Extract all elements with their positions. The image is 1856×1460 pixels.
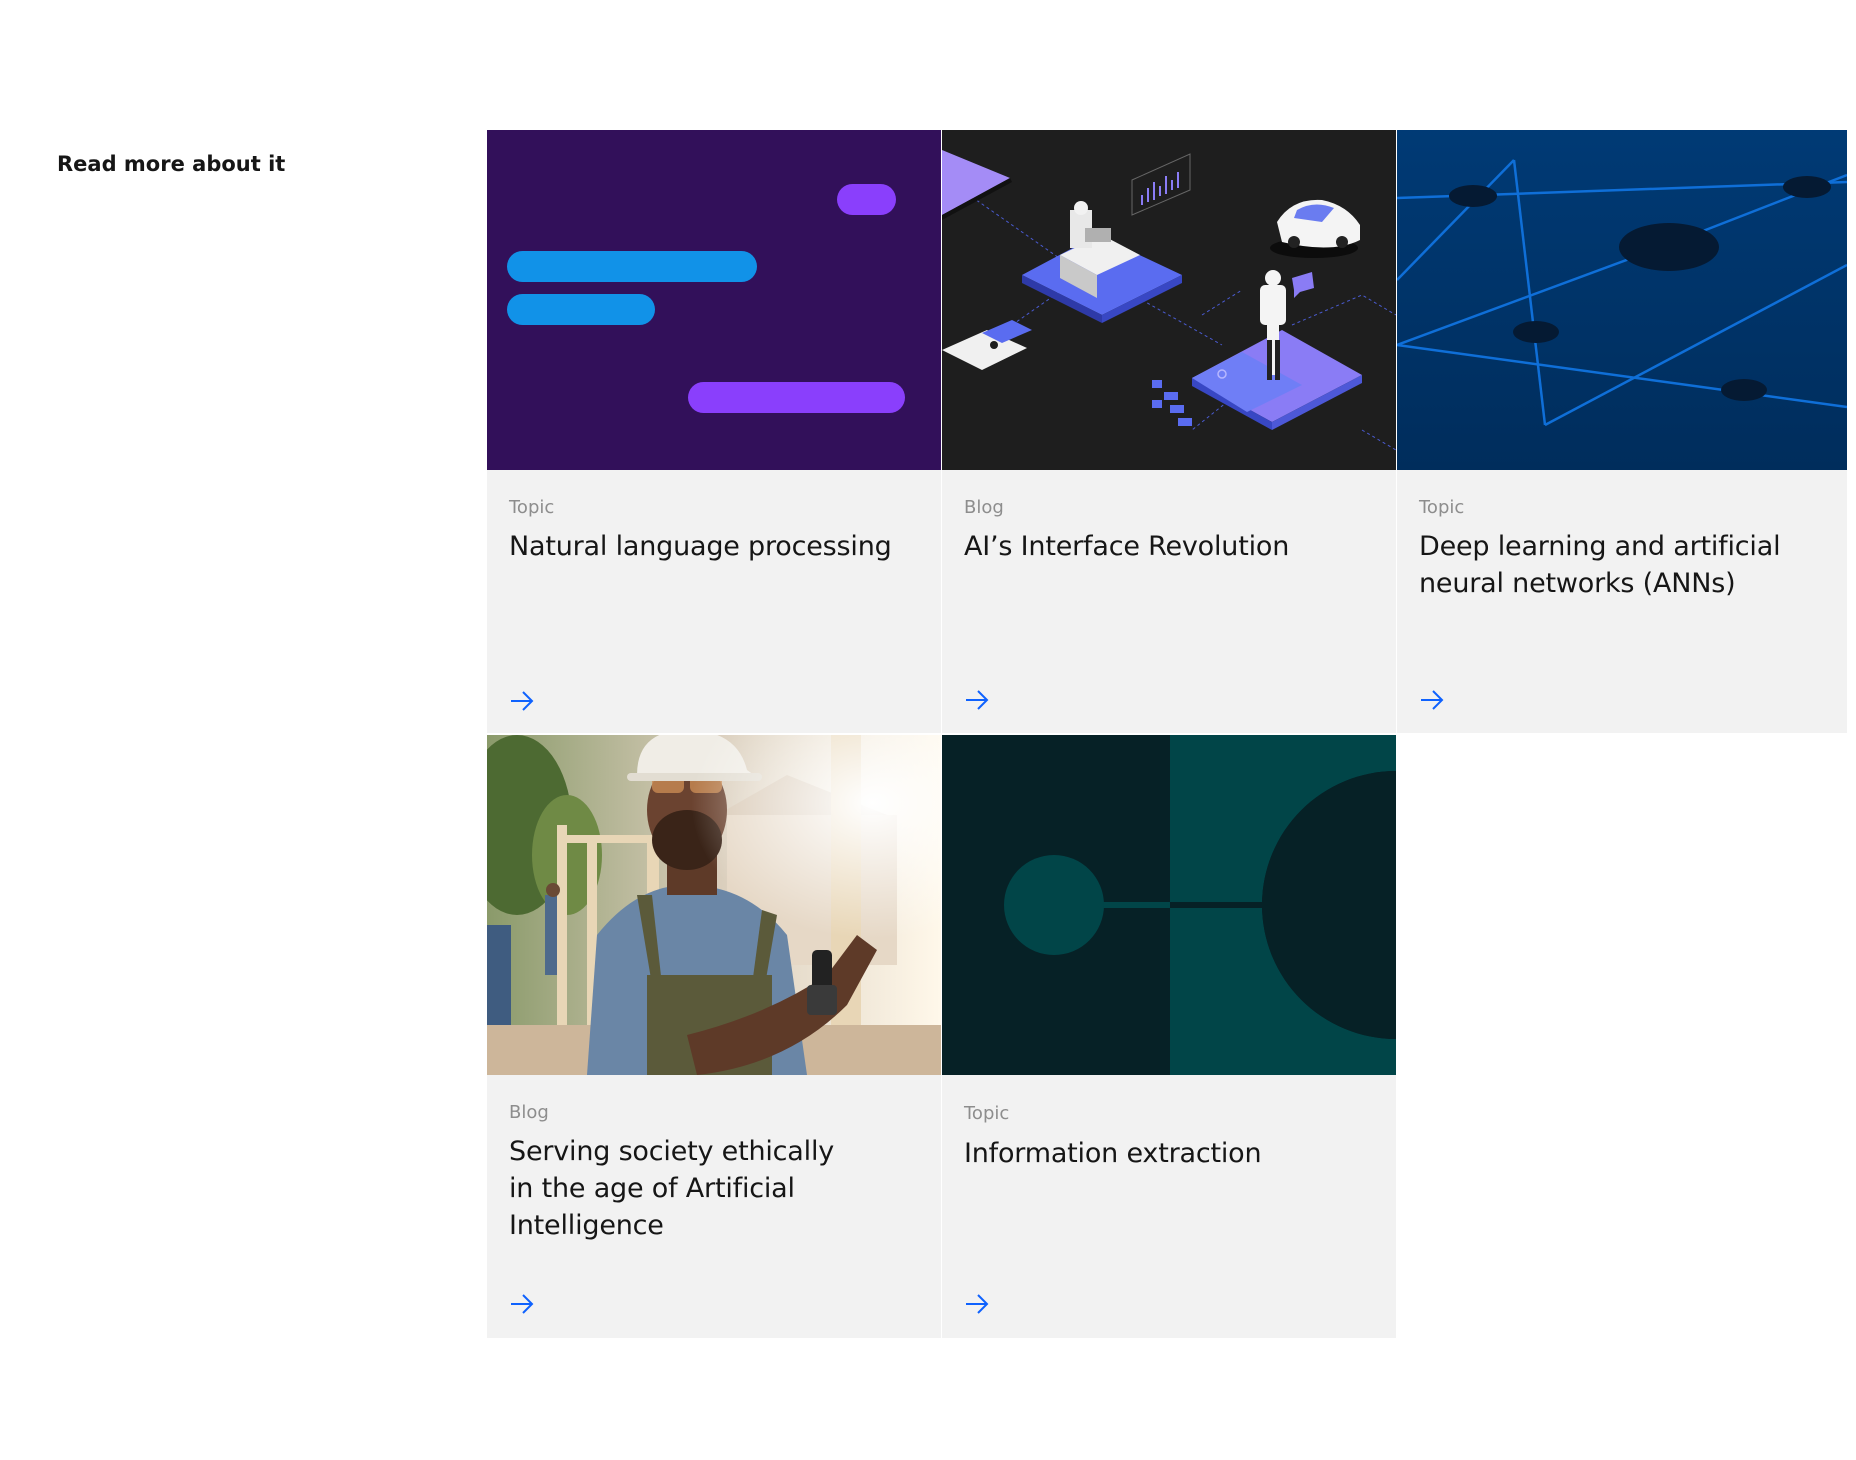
arrow-right-icon [964, 689, 990, 711]
card-title: AI’s Interface Revolution [964, 531, 1290, 562]
arrow-right-icon [509, 690, 535, 712]
card-title: Serving society ethically in the age of … [509, 1136, 835, 1241]
card-deep-learning[interactable]: Topic Deep learning and artificial neura… [1397, 130, 1847, 733]
card-title: Natural language processing [509, 531, 892, 562]
card-eyebrow: Topic [509, 497, 555, 518]
arrow-right-icon [1419, 689, 1445, 711]
card-title: Deep learning and artificial neural netw… [1419, 531, 1781, 599]
card-eyebrow: Topic [1419, 497, 1465, 518]
card-eyebrow: Blog [509, 1102, 549, 1123]
section-heading: Read more about it [57, 152, 286, 176]
card-eyebrow: Topic [964, 1103, 1010, 1124]
isometric-ai-interface-illustration [942, 130, 1396, 470]
chat-bubbles-illustration [487, 130, 941, 470]
card-title: Information extraction [964, 1138, 1262, 1169]
construction-worker-photo [487, 735, 941, 1075]
neural-network-illustration [1397, 130, 1847, 470]
arrow-right-icon [964, 1293, 990, 1315]
card-information-extraction[interactable]: Topic Information extraction [942, 735, 1396, 1338]
teal-connection-illustration [942, 735, 1396, 1075]
card-natural-language-processing[interactable]: Topic Natural language processing [487, 130, 941, 733]
card-eyebrow: Blog [964, 497, 1004, 518]
card-ai-interface-revolution[interactable]: Blog AI’s Interface Revolution [942, 130, 1396, 733]
arrow-right-icon [509, 1293, 535, 1315]
card-serving-society-ethically[interactable]: Blog Serving society ethically in the ag… [487, 735, 941, 1338]
